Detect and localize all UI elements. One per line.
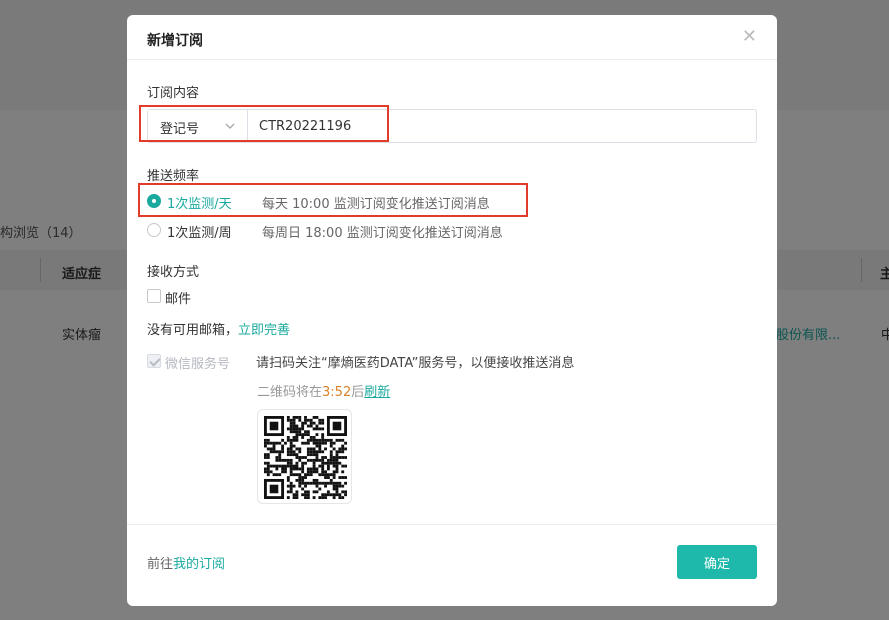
wechat-checkbox-label: 微信服务号: [165, 357, 231, 372]
radio-weekly[interactable]: [147, 223, 161, 237]
qr-code-icon: [264, 416, 347, 499]
qr-expiry-tip: 二维码将在3:52后刷新: [257, 381, 390, 400]
subscribe-modal: 新增订阅 ✕ 订阅内容 登记号 推送频率 1次监测/天 每天 10:00 监测订…: [127, 15, 777, 606]
content-section-label: 订阅内容: [147, 86, 200, 101]
radio-weekly-label[interactable]: 1次监测/周: [167, 222, 232, 241]
receive-section-label: 接收方式: [147, 265, 200, 280]
email-checkbox[interactable]: [147, 289, 161, 303]
goto-prefix: 前往: [147, 557, 174, 572]
close-icon[interactable]: ✕: [742, 28, 757, 46]
no-email-text: 没有可用邮箱，: [147, 323, 239, 338]
no-email-notice: 没有可用邮箱，立即完善: [147, 319, 290, 338]
qr-code: [257, 409, 352, 504]
highlight-box: [139, 105, 389, 142]
radio-weekly-desc: 每周日 18:00 监测订阅变化推送订阅消息: [262, 226, 503, 241]
modal-title: 新增订阅: [147, 33, 203, 49]
goto-subscriptions: 前往我的订阅: [147, 553, 225, 572]
complete-email-link[interactable]: 立即完善: [238, 323, 290, 338]
modal-header: 新增订阅 ✕: [127, 15, 777, 60]
frequency-section-label: 推送频率: [147, 169, 200, 184]
qr-refresh-link[interactable]: 刷新: [364, 385, 390, 400]
email-checkbox-label[interactable]: 邮件: [165, 288, 191, 307]
qr-countdown: 3:52: [322, 385, 352, 400]
qr-prefix: 二维码将在: [257, 385, 323, 400]
confirm-button[interactable]: 确定: [677, 545, 757, 579]
wechat-checkbox: [147, 354, 161, 368]
wechat-tip: 请扫码关注“摩熵医药DATA”服务号，以便接收推送消息: [256, 356, 575, 371]
highlight-box: [138, 183, 528, 217]
qr-suffix: 后: [351, 385, 365, 400]
modal-footer: 前往我的订阅 确定: [127, 524, 777, 606]
my-subscriptions-link[interactable]: 我的订阅: [173, 557, 225, 572]
